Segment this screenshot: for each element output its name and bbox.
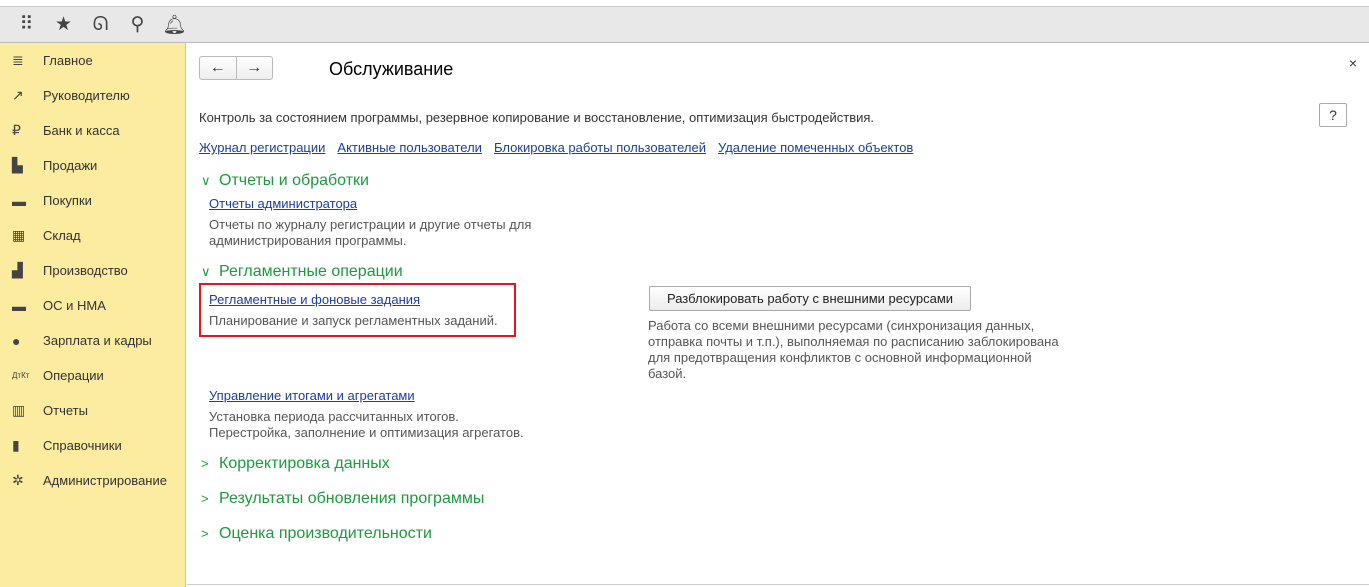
sidebar-item-10[interactable]: ▥ Отчеты xyxy=(0,393,185,428)
chevron-right-icon: > xyxy=(201,491,209,506)
link-scheduled-jobs[interactable]: Регламентные и фоновые задания xyxy=(209,292,420,307)
top-toolbar: ⠿ ★ ᘏ ⚲ 🔔︎ xyxy=(0,6,1369,43)
link-totals-aggregates[interactable]: Управление итогами и агрегатами xyxy=(209,388,415,403)
sidebar-item-9[interactable]: ДтКт Операции xyxy=(0,358,185,393)
sidebar-item-label: Администрирование xyxy=(43,473,167,488)
sidebar-item-label: Производство xyxy=(43,263,128,278)
menu-icon: ≣ xyxy=(12,52,24,68)
main-panel: ← → Обслуживание × ? Контроль за состоян… xyxy=(187,43,1369,587)
back-arrow-icon[interactable]: ← xyxy=(200,57,237,79)
gear-icon: ✲ xyxy=(12,472,24,488)
warehouse-icon: ▦ xyxy=(12,227,26,243)
chevron-down-icon: ∨ xyxy=(201,264,211,279)
sidebar-item-1[interactable]: ↗ Руководителю xyxy=(0,78,185,113)
link-block-users[interactable]: Блокировка работы пользователей xyxy=(494,140,706,155)
person-icon: ● xyxy=(12,332,21,349)
bar-chart-icon: ▥ xyxy=(12,402,26,418)
bell-icon[interactable]: 🔔︎ xyxy=(156,13,193,37)
unlock-description: Работа со всеми внешними ресурсами (синх… xyxy=(648,318,1059,382)
admin-reports-text-1: Отчеты по журналу регистрации и другие о… xyxy=(209,217,532,232)
factory-icon: ▟ xyxy=(12,262,23,278)
totals-block: Управление итогами и агрегатами Установк… xyxy=(209,388,524,441)
section-title: Регламентные операции xyxy=(219,263,403,280)
unlock-text-1: Работа со всеми внешними ресурсами (синх… xyxy=(648,318,1035,333)
section-title: Результаты обновления программы xyxy=(219,490,485,507)
section-title: Корректировка данных xyxy=(219,455,390,472)
totals-text-2: Перестройка, заполнение и оптимизация аг… xyxy=(209,425,524,440)
sidebar-item-label: Продажи xyxy=(43,158,98,173)
totals-text-1: Установка периода рассчитанных итогов. xyxy=(209,409,459,424)
truck-icon: ▬ xyxy=(12,297,26,314)
close-icon[interactable]: × xyxy=(1349,55,1357,71)
cart-icon: ▬ xyxy=(12,192,26,209)
sidebar: ≣ Главное ↗ Руководителю ₽ Банк и касса ▙ Прода… xyxy=(0,43,186,587)
section-performance-header[interactable]: > Оценка производительности xyxy=(201,525,432,543)
sidebar-item-label: Банк и касса xyxy=(43,123,120,138)
chevron-down-icon: ∨ xyxy=(201,173,211,188)
top-links: Журнал регистрации Активные пользователи… xyxy=(199,140,913,155)
books-icon: ▮ xyxy=(12,437,20,453)
sidebar-item-0[interactable]: ≣ Главное xyxy=(0,43,185,78)
page-title: Обслуживание xyxy=(329,59,454,79)
sidebar-item-label: Руководителю xyxy=(43,88,130,103)
bottom-divider xyxy=(187,584,1369,585)
section-correction-header[interactable]: > Корректировка данных xyxy=(201,455,390,473)
sidebar-item-2[interactable]: ₽ Банк и касса xyxy=(0,113,185,148)
sidebar-item-6[interactable]: ▟ Производство xyxy=(0,253,185,288)
sidebar-item-4[interactable]: ▬ Покупки xyxy=(0,183,185,218)
sidebar-item-11[interactable]: ▮ Справочники xyxy=(0,428,185,463)
dt-kt-icon: ДтКт xyxy=(12,371,30,380)
unlock-text-2: отправка почты и т.п.), выполняемая по р… xyxy=(648,334,1059,349)
section-update-results-header[interactable]: > Результаты обновления программы xyxy=(201,490,484,508)
sidebar-item-12[interactable]: ✲ Администрирование xyxy=(0,463,185,498)
unlock-external-resources-button[interactable]: Разблокировать работу с внешними ресурса… xyxy=(649,286,971,311)
unlock-text-3: для предотвращения конфликтов с основной… xyxy=(648,350,1032,365)
sidebar-item-label: ОС и НМА xyxy=(43,298,106,313)
sidebar-item-label: Зарплата и кадры xyxy=(43,333,152,348)
sidebar-item-label: Справочники xyxy=(43,438,122,453)
link-admin-reports[interactable]: Отчеты администратора xyxy=(209,196,357,211)
link-event-log[interactable]: Журнал регистрации xyxy=(199,140,325,155)
forward-arrow-icon[interactable]: → xyxy=(237,57,273,79)
sidebar-item-label: Склад xyxy=(43,228,81,243)
bag-icon: ▙ xyxy=(12,157,23,173)
chevron-right-icon: > xyxy=(201,456,209,471)
sidebar-item-8[interactable]: ● Зарплата и кадры xyxy=(0,323,185,358)
sidebar-item-label: Покупки xyxy=(43,193,92,208)
trend-icon: ↗ xyxy=(12,87,24,103)
link-active-users[interactable]: Активные пользователи xyxy=(337,140,482,155)
sidebar-item-label: Главное xyxy=(43,53,93,68)
admin-reports-block: Отчеты администратора Отчеты по журналу … xyxy=(209,196,531,249)
page-description: Контроль за состоянием программы, резерв… xyxy=(199,110,875,125)
search-icon[interactable]: ⚲ xyxy=(119,13,156,36)
apps-grid-icon[interactable]: ⠿ xyxy=(8,13,45,36)
admin-reports-text-2: администрирования программы. xyxy=(209,233,407,248)
nav-buttons: ← → xyxy=(199,56,273,80)
ruble-icon: ₽ xyxy=(12,122,21,138)
history-icon[interactable]: ᘏ xyxy=(82,14,119,36)
help-button[interactable]: ? xyxy=(1319,103,1347,127)
section-reports-header[interactable]: ∨ Отчеты и обработки xyxy=(201,172,369,190)
scheduled-jobs-block: Регламентные и фоновые задания Планирова… xyxy=(209,292,498,329)
sidebar-item-label: Операции xyxy=(43,368,104,383)
chevron-right-icon: > xyxy=(201,526,209,541)
section-title: Отчеты и обработки xyxy=(219,172,369,189)
link-delete-marked[interactable]: Удаление помеченных объектов xyxy=(718,140,913,155)
section-title: Оценка производительности xyxy=(219,525,432,542)
scheduled-jobs-text: Планирование и запуск регламентных задан… xyxy=(209,313,498,328)
sidebar-item-3[interactable]: ▙ Продажи xyxy=(0,148,185,183)
star-icon[interactable]: ★ xyxy=(45,13,82,36)
unlock-text-4: базой. xyxy=(648,366,687,381)
sidebar-item-5[interactable]: ▦ Склад xyxy=(0,218,185,253)
sidebar-item-label: Отчеты xyxy=(43,403,88,418)
sidebar-item-7[interactable]: ▬ ОС и НМА xyxy=(0,288,185,323)
section-routine-header[interactable]: ∨ Регламентные операции xyxy=(201,263,403,281)
